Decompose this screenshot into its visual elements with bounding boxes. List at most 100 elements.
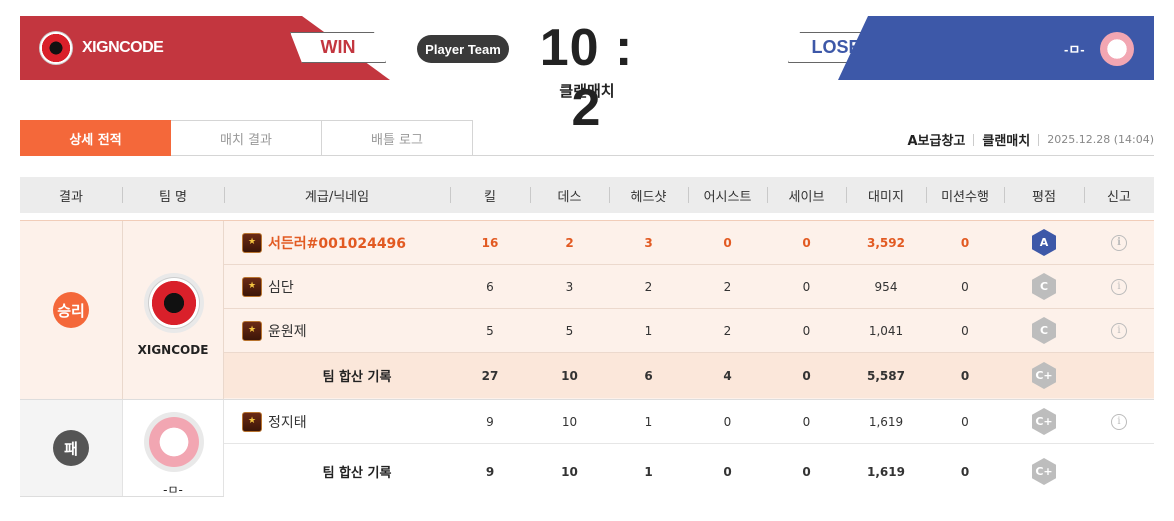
hexagon-grade-icon: A <box>1032 229 1056 256</box>
damage-value: 1,041 <box>868 323 904 338</box>
col-team: 팀 명 <box>122 177 224 213</box>
save-total: 0 <box>802 464 811 479</box>
team-name[interactable]: -ㅁ- <box>123 481 223 498</box>
mission-total: 0 <box>960 464 970 479</box>
team-name[interactable]: XIGNCODE <box>123 343 223 357</box>
team-total-row: 팀 합산 기록 27 10 6 4 0 5,587 0 C+ <box>224 353 1154 398</box>
col-nickname: 계급/닉네임 <box>224 177 450 213</box>
save-value: 0 <box>802 323 811 338</box>
report-info-icon[interactable]: i <box>1111 278 1127 295</box>
headshot-total: 1 <box>644 464 653 479</box>
tab-bar: 상세 전적 매치 결과 배틀 로그 <box>20 120 473 156</box>
player-nickname[interactable]: 서든러#001024496 <box>268 233 406 253</box>
save-value: 0 <box>802 414 811 429</box>
death-value: 5 <box>565 323 574 338</box>
rank-badge-icon: ★ <box>242 411 262 432</box>
report-cell: i <box>1084 400 1154 443</box>
player-nickname[interactable]: 윤원제 <box>268 321 307 341</box>
col-death: 데스 <box>530 177 609 213</box>
kill-value: 16 <box>481 235 499 250</box>
grade-cell: C+ <box>1004 446 1084 497</box>
grade-cell: C+ <box>1004 400 1084 443</box>
col-assist: 어시스트 <box>688 177 767 213</box>
team-logo <box>144 273 204 333</box>
death-value: 3 <box>565 279 574 294</box>
grade-cell: A <box>1004 221 1084 264</box>
player-nick-cell[interactable]: ★ 정지태 <box>224 400 450 443</box>
assist-value: 2 <box>723 323 732 338</box>
col-result: 결과 <box>59 189 83 205</box>
report-info-icon[interactable]: i <box>1111 234 1127 251</box>
player-nick-cell[interactable]: ★ 서든러#001024496 <box>224 221 450 264</box>
assist-value: 0 <box>723 235 732 250</box>
hexagon-grade-icon: C <box>1032 317 1056 344</box>
team-total-label: 팀 합산 기록 <box>322 466 392 481</box>
team-total-label: 팀 합산 기록 <box>322 370 392 385</box>
report-info-icon[interactable]: i <box>1111 413 1127 430</box>
report-info-icon[interactable]: i <box>1111 322 1127 339</box>
rank-badge-icon: ★ <box>242 320 262 341</box>
player-row: ★ 정지태 9 10 1 0 0 1,619 0 C+ i <box>224 400 1154 444</box>
player-row: ★ 서든러#001024496 16 2 3 0 0 3,592 0 A i <box>224 221 1154 265</box>
team-logo: ✿ <box>144 412 204 472</box>
mission-value: 0 <box>960 235 970 250</box>
losing-team-group: 패 ✿ -ㅁ- ★ 정지태 9 10 1 0 0 1,619 0 C+ i 팀 … <box>20 399 1154 497</box>
mode-name: 클랜매치 <box>982 134 1031 149</box>
tab-detail-record[interactable]: 상세 전적 <box>20 120 171 156</box>
report-cell: i <box>1084 309 1154 352</box>
col-headshot: 헤드샷 <box>609 177 688 213</box>
player-nick-cell[interactable]: ★ 윤원제 <box>224 309 450 352</box>
kill-value: 9 <box>486 414 494 429</box>
hexagon-grade-icon: C+ <box>1032 362 1056 389</box>
col-save: 세이브 <box>767 177 846 213</box>
kill-total: 9 <box>485 464 495 479</box>
damage-total: 5,587 <box>867 368 905 383</box>
report-cell-empty <box>1084 353 1154 398</box>
divider <box>1038 133 1040 146</box>
death-value: 2 <box>565 235 574 250</box>
match-type: 클랜매치 <box>559 82 615 100</box>
hexagon-grade-icon: C+ <box>1032 458 1056 485</box>
player-nickname[interactable]: 정지태 <box>268 412 307 432</box>
divider <box>973 133 975 146</box>
damage-value: 3,592 <box>867 235 905 250</box>
win-result-badge: 승리 <box>53 292 89 328</box>
damage-value: 954 <box>874 279 898 294</box>
tab-battle-log[interactable]: 배틀 로그 <box>322 120 473 156</box>
kill-value: 6 <box>486 279 494 294</box>
mission-value: 0 <box>961 323 969 338</box>
report-cell: i <box>1084 221 1154 264</box>
result-cell: 패 <box>20 400 122 496</box>
lose-result-badge: 패 <box>53 430 89 466</box>
headshot-value: 2 <box>644 279 653 294</box>
report-cell: i <box>1084 265 1154 308</box>
tab-match-result[interactable]: 매치 결과 <box>171 120 322 156</box>
player-nickname[interactable]: 심단 <box>268 277 294 297</box>
grade-cell: C <box>1004 309 1084 352</box>
player-row: ★ 윤원제 5 5 1 2 0 1,041 0 C i <box>224 309 1154 353</box>
col-kill: 킬 <box>450 177 530 213</box>
save-total: 0 <box>802 368 811 383</box>
rank-badge-icon: ★ <box>242 232 262 253</box>
assist-total: 4 <box>723 368 732 383</box>
player-nick-cell[interactable]: ★ 심단 <box>224 265 450 308</box>
team-cell: XIGNCODE <box>122 221 224 399</box>
hexagon-grade-icon: C+ <box>1032 408 1056 435</box>
winning-team-group: 승리 XIGNCODE ★ 서든러#001024496 16 2 3 0 0 3… <box>20 220 1154 399</box>
death-value: 10 <box>561 414 578 429</box>
xigncode-emblem-icon <box>148 277 200 329</box>
death-total: 10 <box>561 464 578 479</box>
damage-value: 1,619 <box>868 414 904 429</box>
rank-badge-icon: ★ <box>242 276 262 297</box>
col-grade: 평점 <box>1004 177 1084 213</box>
mission-total: 0 <box>960 368 970 383</box>
map-name: A보급창고 <box>907 134 966 149</box>
table-header: 결과 팀 명 계급/닉네임 킬 데스 헤드샷 어시스트 세이브 대미지 미션수행… <box>20 177 1154 213</box>
rabbit-emblem-icon: ✿ <box>1100 32 1134 66</box>
col-mission: 미션수행 <box>926 177 1004 213</box>
grade-cell: C <box>1004 265 1084 308</box>
assist-value: 0 <box>723 414 732 429</box>
damage-total: 1,619 <box>867 464 905 479</box>
col-report: 신고 <box>1084 177 1154 213</box>
match-meta: A보급창고 클랜매치 2025.12.28 (14:04) <box>907 130 1154 149</box>
